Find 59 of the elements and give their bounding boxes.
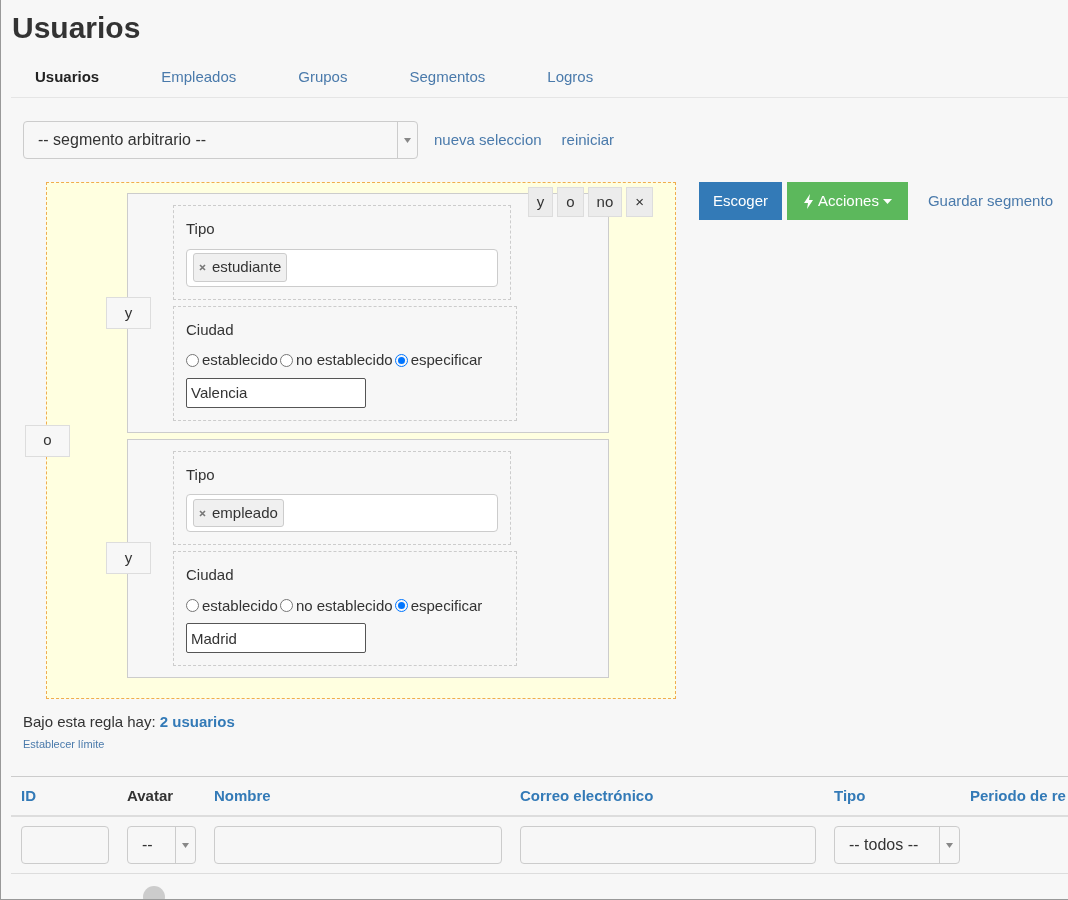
column-header[interactable]: Periodo de re — [970, 787, 1066, 804]
count-link[interactable]: 2 usuarios — [159, 713, 235, 730]
radio-option[interactable]: especificar — [394, 349, 483, 372]
city-input-field[interactable]: Madrid — [186, 623, 366, 653]
column-header: Avatar — [127, 787, 174, 804]
operator-button[interactable]: no — [587, 187, 623, 217]
operator-button[interactable]: y — [527, 187, 554, 217]
tab[interactable]: Empleados — [137, 66, 261, 89]
radio-button[interactable] — [186, 599, 199, 613]
caret-icon — [882, 198, 892, 204]
operator-button[interactable]: o — [557, 187, 584, 217]
radio-option[interactable]: establecido — [186, 349, 278, 372]
summary-text: Bajo esta regla hay: 2 usuarios — [23, 712, 236, 732]
tag-chip: empleado — [193, 498, 284, 528]
column-header[interactable]: Nombre — [214, 787, 271, 804]
radio-option[interactable]: especificar — [394, 594, 483, 617]
radio-option[interactable]: no establecido — [279, 594, 393, 617]
field-label: Ciudad — [186, 319, 235, 340]
tab[interactable]: Logros — [523, 66, 618, 89]
remove-icon[interactable] — [199, 509, 206, 517]
field-label: Tipo — [186, 219, 216, 239]
tag-input-field[interactable]: empleado — [186, 494, 498, 532]
city-input-field[interactable]: Valencia — [186, 377, 366, 408]
filter-input-field[interactable] — [21, 826, 109, 864]
column-header[interactable]: ID — [21, 787, 36, 804]
text-link[interactable]: reiniciar — [561, 128, 615, 152]
operator-button[interactable]: y — [106, 296, 151, 329]
radio-option[interactable]: establecido — [186, 594, 278, 617]
filter-select[interactable]: -- todos -- — [834, 826, 960, 864]
caret-icon — [946, 842, 953, 848]
radio-button[interactable] — [279, 353, 293, 367]
segment-select[interactable]: -- segmento arbitrario -- — [23, 121, 418, 159]
radio-button[interactable] — [186, 353, 199, 367]
tab[interactable]: Segmentos — [385, 66, 510, 89]
operator-button[interactable]: × — [626, 187, 653, 217]
operator-button[interactable]: y — [106, 542, 151, 575]
tab[interactable]: Usuarios — [11, 66, 124, 89]
tab[interactable]: Grupos — [274, 66, 372, 89]
field-label: Ciudad — [186, 565, 235, 585]
field-label: Tipo — [186, 464, 216, 485]
lightning-icon — [803, 193, 815, 209]
radio-option[interactable]: no establecido — [279, 349, 393, 372]
limit-link[interactable]: Establecer límite — [23, 735, 1068, 752]
column-header[interactable]: Correo electrónico — [520, 787, 654, 804]
tag-chip: estudiante — [193, 253, 288, 282]
column-header[interactable]: Tipo — [834, 787, 866, 804]
filter-input-field[interactable] — [214, 826, 502, 864]
radio-button[interactable] — [279, 599, 293, 613]
page-title: Usuarios — [11, 10, 142, 46]
tag-input-field[interactable]: estudiante — [186, 248, 498, 287]
operator-button[interactable]: o — [25, 424, 70, 457]
caret-icon — [182, 842, 189, 848]
remove-icon[interactable] — [199, 264, 206, 271]
save-segment-link[interactable]: Guardar segmento — [927, 189, 1053, 213]
filter-select[interactable]: -- — [127, 826, 196, 864]
filter-input-field[interactable] — [520, 826, 816, 864]
caret-icon — [404, 137, 411, 143]
choose-button[interactable]: Escoger — [699, 182, 783, 220]
text-link[interactable]: nueva seleccion — [434, 128, 542, 152]
